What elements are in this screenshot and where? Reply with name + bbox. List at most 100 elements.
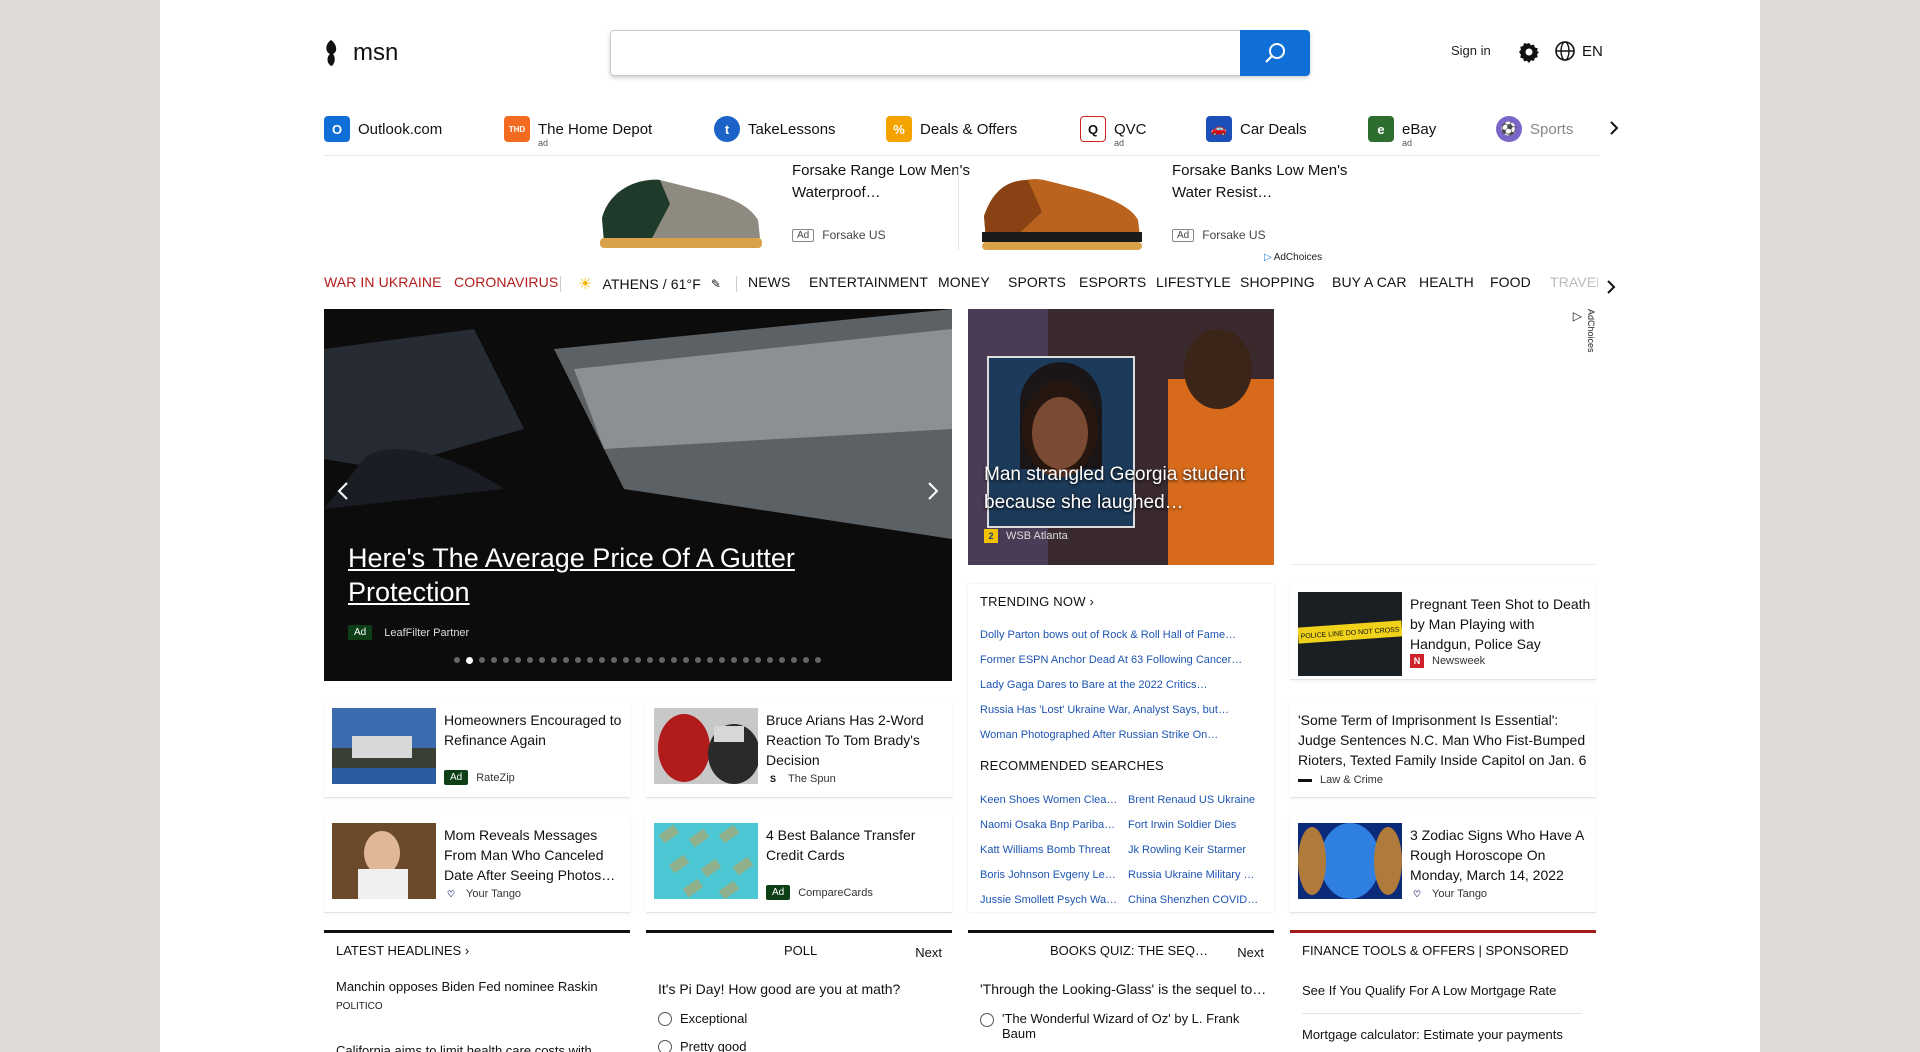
carousel-dot[interactable]	[731, 657, 737, 663]
article-title[interactable]: Homeowners Encouraged to Refinance Again	[444, 710, 624, 750]
headline-item[interactable]: California aims to limit health care cos…	[336, 1043, 592, 1052]
article-card-balance[interactable]: 4 Best Balance Transfer Credit Cards Ad …	[646, 815, 952, 913]
rec-search-link[interactable]: Jussie Smollett Psych Wa…	[980, 894, 1120, 906]
headline-item[interactable]: Manchin opposes Biden Fed nominee Raskin	[336, 979, 598, 994]
quick-link-deals[interactable]: % Deals & Offers	[886, 116, 1017, 142]
carousel-dot[interactable]	[479, 657, 485, 663]
nav-buy-a-car[interactable]: BUY A CAR	[1332, 274, 1407, 290]
quick-link-sports[interactable]: ⚽ Sports	[1496, 116, 1573, 142]
quick-link-takelessons[interactable]: t TakeLessons	[714, 116, 836, 142]
trending-link[interactable]: Lady Gaga Dares to Bare at the 2022 Crit…	[980, 679, 1265, 691]
carousel-dot[interactable]	[707, 657, 713, 663]
nav-shopping[interactable]: SHOPPING	[1240, 274, 1315, 290]
finance-link[interactable]: Mortgage calculator: Estimate your payme…	[1302, 1027, 1563, 1042]
nav-war-in-ukraine[interactable]: WAR IN UKRAINE	[324, 274, 442, 290]
nav-sports[interactable]: SPORTS	[1008, 274, 1066, 290]
rec-search-link[interactable]: China Shenzhen COVID…	[1128, 894, 1268, 906]
finance-link[interactable]: See If You Qualify For A Low Mortgage Ra…	[1302, 983, 1556, 998]
carousel-prev-button[interactable]	[330, 473, 356, 509]
poll-option[interactable]: Pretty good	[658, 1039, 747, 1052]
carousel-dot[interactable]	[539, 657, 545, 663]
nav-entertainment[interactable]: ENTERTAINMENT	[809, 274, 928, 290]
display-ad-slot[interactable]: ▷ AdChoices	[1290, 309, 1596, 565]
settings-button[interactable]	[1517, 40, 1541, 64]
quiz-next-button[interactable]: Next	[1237, 945, 1264, 960]
nav-weather[interactable]: ☀ ATHENS / 61°F ✎	[578, 274, 721, 294]
hero-carousel[interactable]: Here's The Average Price Of A Gutter Pro…	[324, 309, 952, 681]
carousel-dot[interactable]	[575, 657, 581, 663]
top-story-card[interactable]: Man strangled Georgia student because sh…	[968, 309, 1274, 565]
carousel-dot[interactable]	[527, 657, 533, 663]
quick-link-outlook[interactable]: O Outlook.com	[324, 116, 442, 142]
search-button[interactable]	[1240, 30, 1310, 76]
search-input[interactable]	[611, 31, 1241, 75]
article-card-arians[interactable]: Bruce Arians Has 2-Word Reaction To Tom …	[646, 700, 952, 798]
carousel-dot[interactable]	[647, 657, 653, 663]
carousel-dot[interactable]	[659, 657, 665, 663]
trending-link[interactable]: Dolly Parton bows out of Rock & Roll Hal…	[980, 629, 1265, 641]
quick-link-car-deals[interactable]: 🚗 Car Deals	[1206, 116, 1307, 142]
search-box[interactable]	[610, 30, 1310, 76]
rec-search-link[interactable]: Russia Ukraine Military …	[1128, 869, 1268, 881]
carousel-dot[interactable]	[719, 657, 725, 663]
carousel-dot[interactable]	[671, 657, 677, 663]
nav-coronavirus[interactable]: CORONAVIRUS	[454, 274, 558, 290]
adchoices-vertical[interactable]: ▷ AdChoices	[1573, 309, 1596, 353]
trending-link[interactable]: Russia Has 'Lost' Ukraine War, Analyst S…	[980, 704, 1265, 716]
nav-esports[interactable]: ESPORTS	[1079, 274, 1146, 290]
carousel-dot[interactable]	[611, 657, 617, 663]
carousel-dot[interactable]	[683, 657, 689, 663]
quick-link-home-depot[interactable]: THD The Home Depot ad	[504, 116, 652, 148]
article-title[interactable]: Mom Reveals Messages From Man Who Cancel…	[444, 825, 624, 885]
ad-title[interactable]: Forsake Banks Low Men's Water Resist…	[1172, 160, 1352, 204]
quick-links-next-button[interactable]	[1602, 116, 1626, 140]
article-title[interactable]: Pregnant Teen Shot to Death by Man Playi…	[1410, 594, 1594, 654]
carousel-dot[interactable]	[695, 657, 701, 663]
carousel-dot[interactable]	[755, 657, 761, 663]
article-title[interactable]: 4 Best Balance Transfer Credit Cards	[766, 825, 946, 865]
language-selector[interactable]: EN	[1554, 40, 1603, 62]
quick-link-qvc[interactable]: Q QVC ad	[1080, 116, 1147, 148]
article-card-teen[interactable]: POLICE LINE DO NOT CROSS Pregnant Teen S…	[1290, 584, 1596, 680]
rec-search-link[interactable]: Keen Shoes Women Clea…	[980, 794, 1120, 806]
ad-card-1[interactable]: Forsake Range Low Men's Waterproof… Ad F…	[590, 160, 970, 256]
carousel-dot[interactable]	[587, 657, 593, 663]
carousel-dot[interactable]	[491, 657, 497, 663]
carousel-dot[interactable]	[635, 657, 641, 663]
sign-in-link[interactable]: Sign in	[1451, 43, 1491, 58]
poll-option[interactable]: Exceptional	[658, 1011, 747, 1026]
radio-button[interactable]	[658, 1011, 672, 1026]
article-title[interactable]: 3 Zodiac Signs Who Have A Rough Horoscop…	[1410, 825, 1590, 885]
rec-search-link[interactable]: Katt Williams Bomb Threat	[980, 844, 1120, 856]
carousel-dot[interactable]	[599, 657, 605, 663]
ad-card-2[interactable]: Forsake Banks Low Men's Water Resist… Ad…	[972, 160, 1347, 256]
category-nav-next-button[interactable]	[1600, 276, 1622, 298]
carousel-dot[interactable]	[767, 657, 773, 663]
trending-title[interactable]: TRENDING NOW ›	[980, 594, 1094, 609]
rec-search-link[interactable]: Brent Renaud US Ukraine	[1128, 794, 1268, 806]
carousel-dot[interactable]	[791, 657, 797, 663]
radio-button[interactable]	[658, 1039, 672, 1052]
article-card-refinance[interactable]: Homeowners Encouraged to Refinance Again…	[324, 700, 630, 798]
rec-search-link[interactable]: Jk Rowling Keir Starmer	[1128, 844, 1268, 856]
poll-next-button[interactable]: Next	[915, 945, 942, 960]
carousel-dot[interactable]	[515, 657, 521, 663]
article-card-zodiac[interactable]: 3 Zodiac Signs Who Have A Rough Horoscop…	[1290, 815, 1596, 913]
carousel-dot[interactable]	[743, 657, 749, 663]
rec-search-link[interactable]: Naomi Osaka Bnp Pariba…	[980, 819, 1120, 831]
carousel-dot[interactable]	[563, 657, 569, 663]
radio-button[interactable]	[980, 1013, 994, 1027]
msn-logo[interactable]: msn	[323, 38, 398, 68]
carousel-dot[interactable]	[623, 657, 629, 663]
nav-health[interactable]: HEALTH	[1419, 274, 1474, 290]
adchoices-link[interactable]: ▷ AdChoices	[1264, 252, 1322, 263]
latest-headlines-title[interactable]: LATEST HEADLINES ›	[336, 943, 469, 958]
article-card-zodiac-mom[interactable]: Mom Reveals Messages From Man Who Cancel…	[324, 815, 630, 913]
nav-travel[interactable]: TRAVEL	[1550, 274, 1598, 290]
article-card-judge[interactable]: 'Some Term of Imprisonment Is Essential'…	[1290, 700, 1596, 798]
quick-link-ebay[interactable]: e eBay ad	[1368, 116, 1436, 148]
rec-search-link[interactable]: Boris Johnson Evgeny Le…	[980, 869, 1120, 881]
carousel-dot[interactable]	[779, 657, 785, 663]
trending-link[interactable]: Woman Photographed After Russian Strike …	[980, 729, 1265, 741]
hero-headline[interactable]: Here's The Average Price Of A Gutter Pro…	[348, 541, 868, 609]
